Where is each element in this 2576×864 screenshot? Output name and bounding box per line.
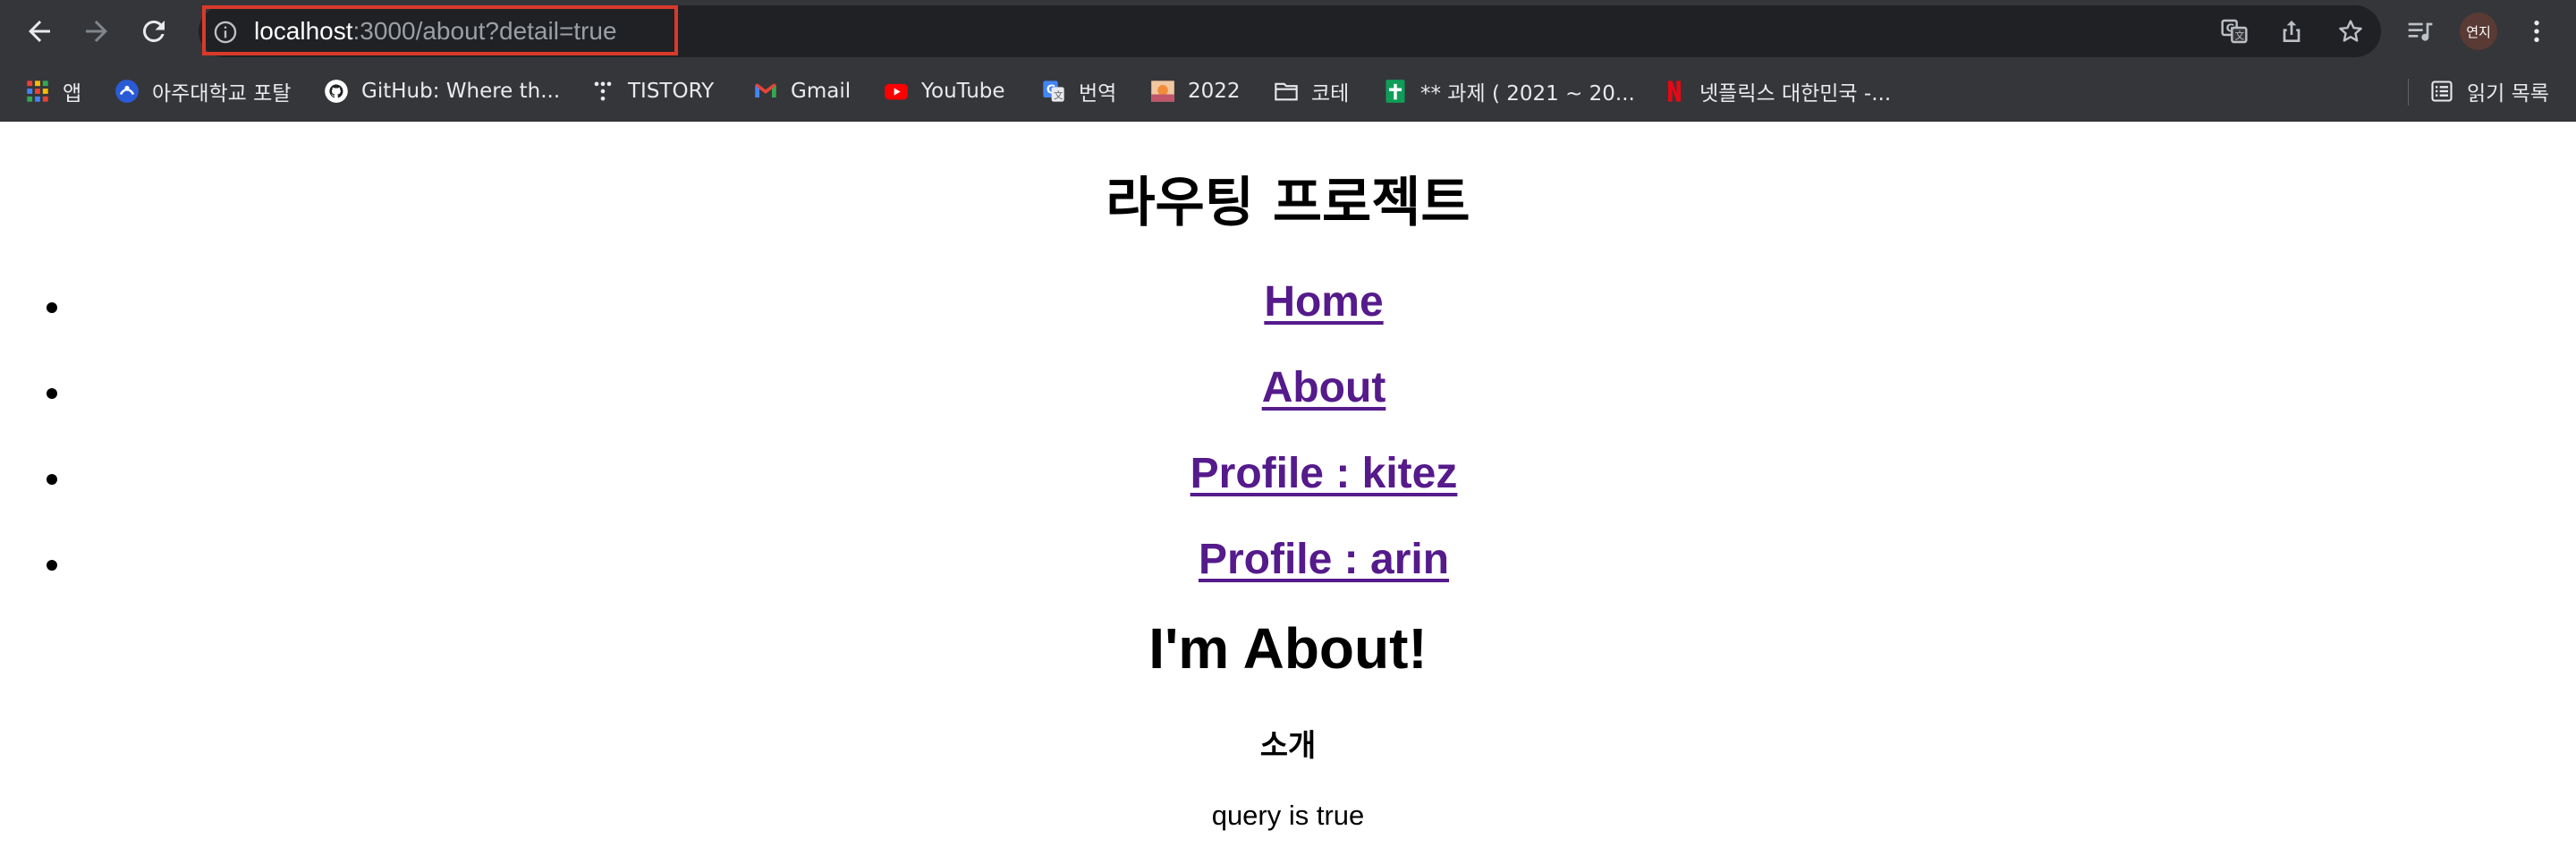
bookmark-ajou-portal[interactable]: 아주대학교 포탈: [114, 75, 291, 107]
reading-list-button[interactable]: 읽기 목록: [2429, 75, 2549, 107]
gmail-icon: [753, 79, 778, 104]
bookmark-tistory[interactable]: TISTORY: [590, 75, 714, 107]
bookmark-netflix[interactable]: 넷플릭스 대한민국 -...: [1662, 75, 1891, 107]
svg-text:文: 文: [1054, 89, 1063, 101]
nav-item-profile-arin: Profile : arin: [0, 531, 2576, 594]
page-title: 라우팅 프로젝트: [1106, 172, 1470, 234]
query-text: query is true: [1211, 800, 1365, 831]
bookmark-github[interactable]: GitHub: Where th...: [324, 75, 560, 107]
share-icon: [2283, 21, 2301, 42]
reading-list-icon: [2429, 79, 2454, 104]
about-heading: I'm About!: [1148, 616, 1428, 681]
bookmark-translate[interactable]: G 文 번역: [1041, 75, 1116, 107]
netflix-icon: [1662, 79, 1687, 104]
translate-icon: G 文: [2221, 19, 2248, 44]
forward-button[interactable]: [75, 10, 118, 53]
star-icon: [2339, 20, 2362, 42]
bookmarks-bar: 앱 아주대학교 포탈 GitHub: Where th... TISTORY G…: [0, 63, 2576, 122]
youtube-icon: [884, 79, 909, 104]
reload-button[interactable]: [132, 10, 175, 53]
forward-arrow-icon: [86, 21, 107, 42]
profile-arin-link[interactable]: Profile : arin: [0, 531, 2576, 589]
bookmark-youtube[interactable]: YouTube: [884, 75, 1005, 107]
tistory-icon: [590, 79, 615, 104]
image-thumbnail-icon: [1150, 79, 1175, 104]
url-highlight-box: [202, 5, 678, 55]
apps-grid-icon: [25, 79, 50, 104]
bookmarks-divider: [2408, 79, 2409, 106]
bookmark-gmail[interactable]: Gmail: [753, 75, 851, 107]
profile-avatar[interactable]: 연지: [2460, 13, 2497, 50]
sheets-icon: [1383, 79, 1408, 104]
about-link[interactable]: About: [0, 360, 2576, 417]
translate-button[interactable]: G 文: [2218, 15, 2250, 47]
back-arrow-icon: [29, 21, 50, 42]
browser-menu-button[interactable]: [2521, 15, 2553, 47]
media-control-button[interactable]: [2404, 15, 2436, 47]
svg-text:文: 文: [2235, 30, 2245, 42]
profile-kitez-link[interactable]: Profile : kitez: [0, 445, 2576, 503]
bookmark-star-button[interactable]: [2334, 15, 2367, 47]
about-subheading: 소개: [1259, 728, 1317, 764]
share-button[interactable]: [2275, 15, 2308, 47]
playlist-music-icon: [2408, 22, 2433, 41]
browser-toolbar: localhost:3000/about?detail=true G 文 연지: [0, 0, 2576, 63]
bookmark-folder-kote[interactable]: 코테: [1274, 75, 1349, 107]
nav-item-home: Home: [0, 274, 2576, 336]
home-link[interactable]: Home: [0, 274, 2576, 331]
kebab-menu-icon: [2534, 21, 2539, 42]
reload-icon: [142, 20, 165, 42]
google-translate-icon: G 文: [1041, 79, 1066, 104]
nav-item-profile-kitez: Profile : kitez: [0, 445, 2576, 508]
bookmark-2022[interactable]: 2022: [1150, 75, 1241, 107]
nav-item-about: About: [0, 360, 2576, 422]
back-button[interactable]: [18, 10, 61, 53]
github-icon: [324, 79, 349, 104]
bookmark-assignments-sheet[interactable]: ** 과제 ( 2021 ~ 20...: [1383, 75, 1635, 107]
ajou-logo-icon: [114, 79, 140, 104]
bookmark-apps[interactable]: 앱: [25, 75, 81, 107]
page-content: 라우팅 프로젝트 Home About Profile : kitez Prof…: [0, 122, 2576, 864]
folder-icon: [1274, 79, 1299, 104]
